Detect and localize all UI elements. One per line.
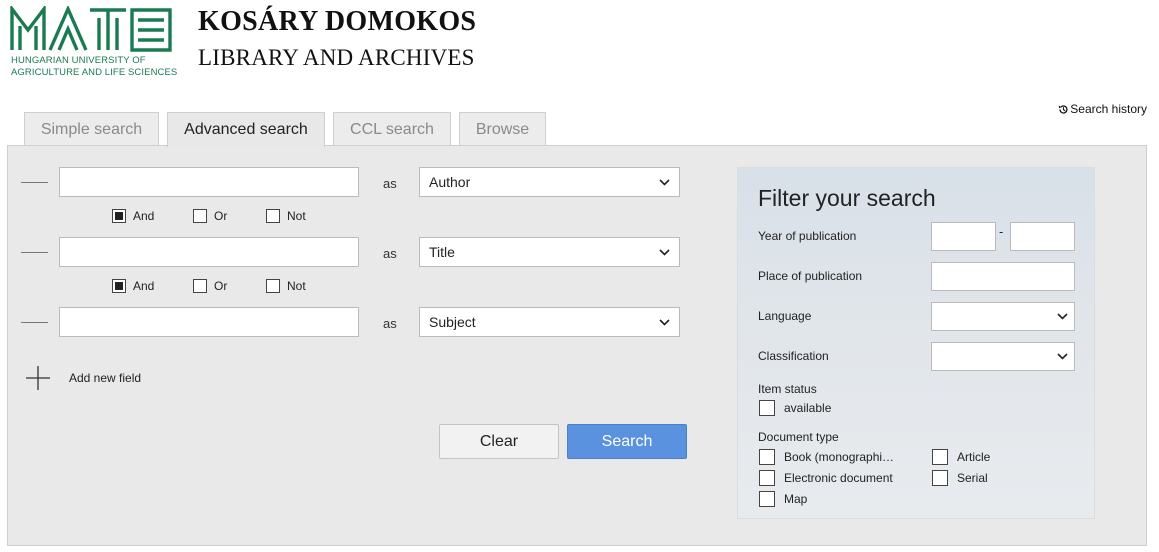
chevron-down-icon bbox=[659, 248, 670, 256]
library-subtitle: LIBRARY AND ARCHIVES bbox=[198, 45, 475, 70]
search-history-link[interactable]: Search history bbox=[1058, 102, 1147, 116]
place-label: Place of publication bbox=[758, 269, 863, 283]
field-select-value: Title bbox=[429, 244, 455, 260]
year-to-input[interactable] bbox=[1010, 222, 1075, 251]
doctype-label: Map bbox=[784, 492, 808, 506]
field-select-value: Subject bbox=[429, 314, 476, 330]
checkbox[interactable] bbox=[193, 279, 207, 293]
advanced-search-panel: as Author And Or Not as Title And Or Not… bbox=[7, 145, 1147, 546]
operator-or[interactable]: Or bbox=[193, 279, 227, 293]
tab-browse[interactable]: Browse bbox=[459, 112, 546, 146]
chevron-down-icon bbox=[1057, 313, 1068, 320]
field-select-value: Author bbox=[429, 174, 471, 190]
year-label: Year of publication bbox=[758, 229, 857, 243]
checkbox[interactable] bbox=[193, 209, 207, 223]
as-label: as bbox=[383, 316, 397, 331]
doctype-label: Book (monographi… bbox=[784, 450, 895, 464]
doctype-article[interactable]: Article bbox=[932, 449, 990, 465]
item-status-available[interactable]: available bbox=[759, 400, 831, 416]
checkbox[interactable] bbox=[112, 209, 126, 223]
doctype-label: Article bbox=[957, 450, 991, 464]
tab-ccl-search[interactable]: CCL search bbox=[333, 112, 451, 146]
operator-label: Not bbox=[287, 209, 306, 223]
search-history-label: Search history bbox=[1070, 102, 1147, 116]
filter-panel: Filter your search Year of publication -… bbox=[737, 167, 1095, 519]
field-select[interactable]: Title bbox=[419, 237, 680, 267]
operator-not[interactable]: Not bbox=[266, 209, 306, 223]
checkbox[interactable] bbox=[266, 209, 280, 223]
tab-label: Browse bbox=[475, 120, 530, 138]
operator-label: Not bbox=[287, 279, 306, 293]
checkbox[interactable] bbox=[759, 491, 775, 507]
year-from-input[interactable] bbox=[931, 222, 996, 251]
add-new-field-label: Add new field bbox=[69, 371, 142, 385]
year-separator: - bbox=[999, 224, 1004, 239]
clear-button[interactable]: Clear bbox=[439, 424, 559, 459]
operator-label: And bbox=[133, 279, 155, 293]
logo-subtitle-line2: AGRICULTURE AND LIFE SCIENCES bbox=[11, 66, 178, 78]
doctype-map[interactable]: Map bbox=[759, 491, 807, 507]
mate-logo-mark bbox=[10, 6, 172, 52]
operator-and[interactable]: And bbox=[112, 279, 154, 293]
checkbox[interactable] bbox=[759, 449, 775, 465]
operator-label: Or bbox=[214, 279, 228, 293]
search-button[interactable]: Search bbox=[567, 424, 687, 459]
remove-field-button[interactable] bbox=[21, 182, 48, 183]
checkbox[interactable] bbox=[932, 449, 948, 465]
add-new-field-button[interactable]: Add new field bbox=[25, 365, 141, 391]
search-term-input[interactable] bbox=[59, 167, 359, 197]
place-of-publication-input[interactable] bbox=[931, 262, 1075, 291]
checkbox[interactable] bbox=[112, 279, 126, 293]
operator-label: And bbox=[133, 209, 155, 223]
checkbox[interactable] bbox=[266, 279, 280, 293]
chevron-down-icon bbox=[659, 178, 670, 186]
as-label: as bbox=[383, 246, 397, 261]
doctype-serial[interactable]: Serial bbox=[932, 470, 988, 486]
field-select[interactable]: Subject bbox=[419, 307, 680, 337]
university-logo[interactable]: HUNGARIAN UNIVERSITY OF AGRICULTURE AND … bbox=[10, 6, 177, 81]
logo-subtitle: HUNGARIAN UNIVERSITY OF AGRICULTURE AND … bbox=[11, 55, 177, 78]
as-label: as bbox=[383, 176, 397, 191]
remove-field-button[interactable] bbox=[21, 322, 48, 323]
operator-and[interactable]: And bbox=[112, 209, 154, 223]
search-term-input[interactable] bbox=[59, 237, 359, 267]
chevron-down-icon bbox=[659, 318, 670, 326]
filter-title: Filter your search bbox=[758, 185, 936, 211]
search-term-input[interactable] bbox=[59, 307, 359, 337]
chevron-down-icon bbox=[1057, 353, 1068, 360]
checkbox[interactable] bbox=[932, 470, 948, 486]
checkbox[interactable] bbox=[759, 470, 775, 486]
operator-label: Or bbox=[214, 209, 228, 223]
library-title: KOSÁRY DOMOKOS bbox=[198, 6, 477, 37]
doctype-book[interactable]: Book (monographi… bbox=[759, 449, 894, 465]
document-type-label: Document type bbox=[758, 430, 839, 444]
doctype-label: Electronic document bbox=[784, 471, 893, 485]
plus-icon bbox=[26, 366, 50, 390]
item-status-option-label: available bbox=[784, 401, 832, 415]
operator-or[interactable]: Or bbox=[193, 209, 227, 223]
operator-not[interactable]: Not bbox=[266, 279, 306, 293]
history-icon bbox=[1059, 104, 1068, 114]
remove-field-button[interactable] bbox=[21, 252, 48, 253]
field-select[interactable]: Author bbox=[419, 167, 680, 197]
classification-select[interactable] bbox=[931, 342, 1075, 371]
tab-simple-search[interactable]: Simple search bbox=[24, 112, 159, 146]
classification-label: Classification bbox=[758, 349, 829, 363]
doctype-electronic-document[interactable]: Electronic document bbox=[759, 470, 893, 486]
item-status-label: Item status bbox=[758, 382, 817, 396]
logo-subtitle-line1: HUNGARIAN UNIVERSITY OF bbox=[11, 55, 146, 66]
tab-advanced-search[interactable]: Advanced search bbox=[167, 112, 325, 147]
tab-label: Advanced search bbox=[184, 121, 308, 138]
tab-label: CCL search bbox=[350, 120, 434, 138]
tab-label: Simple search bbox=[40, 120, 143, 138]
checkbox[interactable] bbox=[759, 400, 775, 416]
language-select[interactable] bbox=[931, 302, 1075, 331]
doctype-label: Serial bbox=[957, 471, 988, 485]
language-label: Language bbox=[758, 309, 812, 323]
